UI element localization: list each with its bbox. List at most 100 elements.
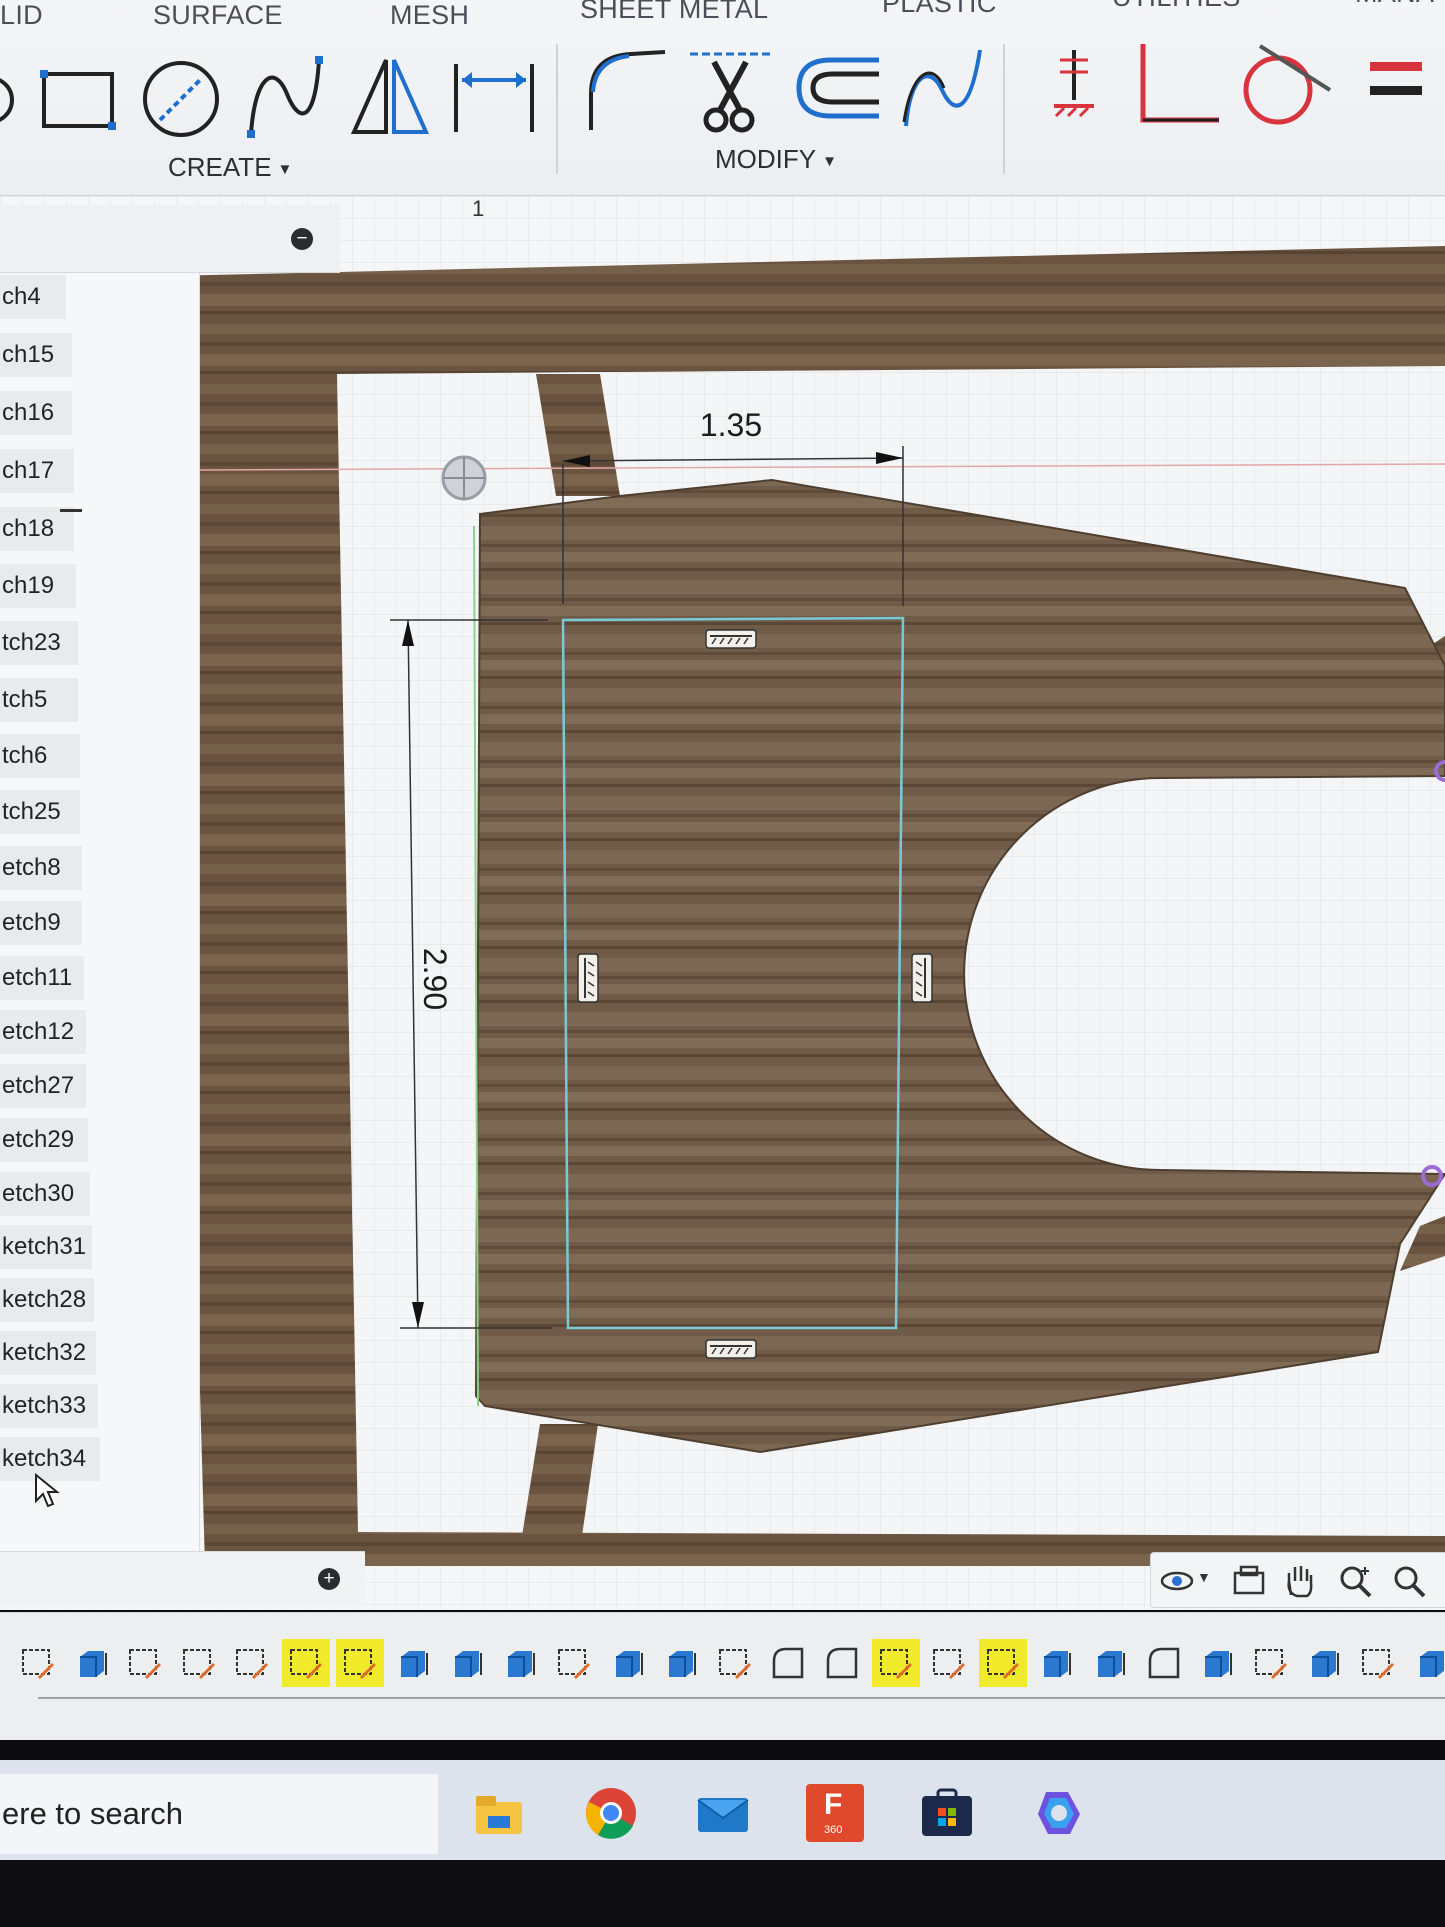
mirror-triangle-icon[interactable] <box>350 56 430 138</box>
timeline-extrude-icon[interactable] <box>68 1639 116 1687</box>
browser-item[interactable]: ch4 <box>0 275 66 319</box>
height-dimension-value[interactable]: 2.90 <box>417 948 453 1010</box>
timeline-sketch-icon[interactable] <box>336 1639 384 1687</box>
timeline-fillet-icon[interactable] <box>818 1639 866 1687</box>
copilot-icon[interactable] <box>1030 1784 1088 1842</box>
look-at-icon[interactable] <box>1231 1563 1267 1599</box>
tab-solid[interactable]: LID <box>0 0 43 31</box>
create-menu[interactable]: CREATE▼ <box>168 152 292 183</box>
fillet-icon[interactable] <box>585 48 669 134</box>
timeline-sketch-icon[interactable] <box>121 1639 169 1687</box>
spline-icon[interactable] <box>245 54 325 140</box>
browser-item[interactable]: etch8 <box>0 846 82 890</box>
timeline-extrude-icon[interactable] <box>604 1639 652 1687</box>
canvas-drawing[interactable]: 1.35 2.90 1 <box>0 196 1445 1610</box>
vertical-constraint-glyph[interactable] <box>912 954 932 1002</box>
timeline-sketch-icon[interactable] <box>550 1639 598 1687</box>
browser-item[interactable]: etch30 <box>0 1172 90 1216</box>
timeline-extrude-icon[interactable] <box>657 1639 705 1687</box>
timeline-extrude-icon[interactable] <box>1086 1639 1134 1687</box>
browser-item[interactable]: etch12 <box>0 1010 86 1054</box>
collapse-icon[interactable]: − <box>291 228 313 250</box>
chrome-icon[interactable] <box>582 1784 640 1842</box>
orbit-icon[interactable] <box>1159 1563 1195 1599</box>
browser-item[interactable]: tch23 <box>0 621 78 665</box>
timeline-extrude-icon[interactable] <box>1300 1639 1348 1687</box>
timeline-track <box>38 1697 1445 1699</box>
fit-icon[interactable] <box>1391 1563 1427 1599</box>
browser-item[interactable]: ch15 <box>0 333 72 377</box>
width-dimension-value[interactable]: 1.35 <box>700 407 762 443</box>
browser-item[interactable]: etch27 <box>0 1064 86 1108</box>
mail-icon[interactable] <box>694 1784 752 1842</box>
browser-item[interactable]: ketch33 <box>0 1384 98 1428</box>
browser-item[interactable]: ketch32 <box>0 1331 96 1375</box>
browser-item[interactable]: etch11 <box>0 956 84 1000</box>
timeline-sketch-icon[interactable] <box>175 1639 223 1687</box>
tab-sheet-metal[interactable]: SHEET METAL <box>580 0 768 25</box>
store-icon[interactable] <box>918 1784 976 1842</box>
browser-item[interactable]: etch29 <box>0 1118 88 1162</box>
timeline-sketch-icon[interactable] <box>14 1639 62 1687</box>
sketch-canvas[interactable]: 1.35 2.90 1 <box>0 196 1445 1610</box>
browser-item[interactable]: ketch31 <box>0 1225 92 1269</box>
browser-item[interactable]: tch25 <box>0 790 80 834</box>
horizontal-constraint-glyph[interactable] <box>706 630 756 648</box>
timeline-extrude-icon[interactable] <box>443 1639 491 1687</box>
rectangle-icon[interactable] <box>40 66 120 132</box>
circle-icon[interactable] <box>0 70 20 130</box>
timeline-sketch-icon[interactable] <box>711 1639 759 1687</box>
tick-label: 1 <box>472 196 484 221</box>
vertical-constraint-glyph[interactable] <box>578 954 598 1002</box>
offset-icon[interactable] <box>795 54 881 124</box>
trim-scissors-icon[interactable] <box>690 48 770 134</box>
browser-item[interactable]: tch5 <box>0 678 78 722</box>
fit-spline-icon[interactable] <box>900 44 986 130</box>
timeline-extrude-icon[interactable] <box>1408 1639 1445 1687</box>
chevron-down-icon[interactable]: ▼ <box>1197 1569 1211 1585</box>
navigation-bar: ▼ <box>1150 1552 1445 1608</box>
timeline-sketch-icon[interactable] <box>282 1639 330 1687</box>
timeline-fillet-icon[interactable] <box>1140 1639 1188 1687</box>
browser-item[interactable]: tch6 <box>0 734 80 778</box>
horizontal-constraint-icon[interactable] <box>1050 46 1098 122</box>
timeline-extrude-icon[interactable] <box>496 1639 544 1687</box>
browser-item[interactable]: ch18 <box>0 507 74 551</box>
browser-item[interactable]: ch19 <box>0 564 76 608</box>
horizontal-constraint-glyph[interactable] <box>706 1340 756 1358</box>
browser-item[interactable]: etch9 <box>0 901 82 945</box>
fusion360-icon[interactable]: F 360 <box>806 1784 864 1842</box>
tab-utilities[interactable]: UTILITIES <box>1112 0 1241 13</box>
browser-sketch-list: ch4 ch15 ch16 ch17 ch18 ch19 tch23 tch5 … <box>0 273 200 1551</box>
browser-item[interactable]: ch17 <box>0 449 74 493</box>
timeline-extrude-icon[interactable] <box>389 1639 437 1687</box>
expand-icon[interactable]: + <box>318 1568 340 1590</box>
timeline-extrude-icon[interactable] <box>1193 1639 1241 1687</box>
equal-icon[interactable] <box>1368 58 1428 108</box>
tab-plastic[interactable]: PLASTIC <box>882 0 997 19</box>
browser-item[interactable]: ch16 <box>0 391 72 435</box>
tab-mesh[interactable]: MESH <box>390 0 469 31</box>
timeline-sketch-icon[interactable] <box>1247 1639 1295 1687</box>
file-explorer-icon[interactable] <box>470 1784 528 1842</box>
tab-manage[interactable]: MANA <box>1355 0 1434 9</box>
sketch-point-icon[interactable] <box>443 457 485 499</box>
mouse-cursor-icon <box>34 1473 60 1509</box>
modify-menu[interactable]: MODIFY▼ <box>715 144 837 175</box>
tab-surface[interactable]: SURFACE <box>153 0 283 31</box>
browser-item[interactable]: ketch28 <box>0 1278 94 1322</box>
taskbar-search-box[interactable]: ere to search <box>0 1774 438 1854</box>
timeline-sketch-icon[interactable] <box>979 1639 1027 1687</box>
timeline-sketch-icon[interactable] <box>925 1639 973 1687</box>
dimension-icon[interactable] <box>452 60 536 136</box>
pan-hand-icon[interactable] <box>1281 1563 1317 1599</box>
timeline-sketch-icon[interactable] <box>872 1639 920 1687</box>
zoom-icon[interactable] <box>1337 1563 1373 1599</box>
timeline-fillet-icon[interactable] <box>764 1639 812 1687</box>
timeline-sketch-icon[interactable] <box>1354 1639 1402 1687</box>
timeline-extrude-icon[interactable] <box>1032 1639 1080 1687</box>
tangent-icon[interactable] <box>1240 40 1336 126</box>
center-circle-icon[interactable] <box>140 58 222 140</box>
perpendicular-icon[interactable] <box>1135 40 1221 126</box>
timeline-sketch-icon[interactable] <box>228 1639 276 1687</box>
